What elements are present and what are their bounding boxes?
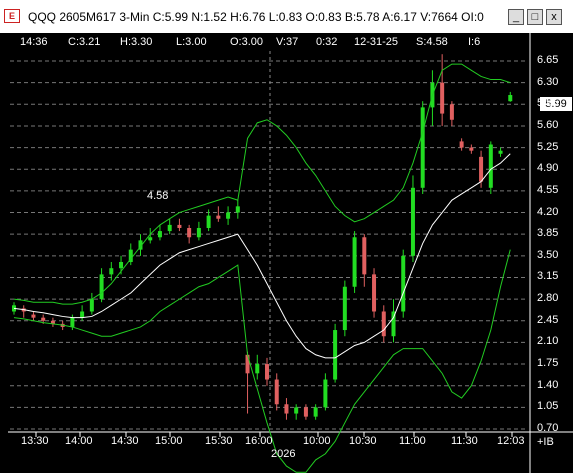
app-icon: E [4,9,20,23]
candle-body [196,227,201,238]
y-tick-label: 2.45 [537,313,559,326]
x-tick-label: 14:30 [111,435,139,447]
candle-body [119,262,124,269]
candle-body [148,237,153,241]
y-axis-corner-label: +IB [537,436,554,448]
bar-high: H:3.30 [120,36,153,48]
candle-body [323,379,328,408]
candle-body [362,237,367,275]
candle-body [352,237,357,287]
y-tick-label: 3.85 [537,227,559,240]
candle-body [31,314,36,318]
candle-body [70,317,75,327]
maximize-button[interactable]: □ [527,9,543,25]
candle-body [498,150,503,154]
y-tick-label: 1.75 [537,357,559,370]
y-tick-label: 4.90 [537,162,559,175]
x-tick-label: 12:03 [497,435,525,447]
date-label: 2026 [271,448,296,460]
y-tick-label: 1.40 [537,378,559,391]
bar-volume: V:37 [276,36,299,48]
candle-body [226,212,231,219]
x-tick-label: 11:30 [451,435,478,447]
candle-body [167,224,172,232]
candle-body [410,187,415,256]
y-tick-label: 5.95 [537,97,559,110]
candle-body [479,156,484,182]
candle-body [187,227,192,238]
candle-body [284,404,289,414]
candle-body [99,274,104,300]
x-tick-label: 10:00 [303,435,331,447]
y-tick-label: 5.60 [537,118,559,131]
x-tick-label: 16:00 [245,435,273,447]
candle-body [274,379,279,405]
y-tick-label: 4.20 [537,205,559,218]
close-button[interactable]: x [546,9,562,25]
y-tick-label: 1.05 [537,400,559,413]
candle-body [157,231,162,238]
bar-open: O:3.00 [230,36,264,48]
bar-strike: S:4.58 [416,36,448,48]
chart-annotation: 4.58 [147,190,169,202]
x-tick-label: 15:00 [155,435,183,447]
candle-body [265,364,269,380]
candle-body [80,311,85,318]
candle-body [294,407,299,414]
candle-body [488,144,493,188]
candle-body [440,82,445,114]
upper-series-line [13,63,511,305]
x-tick-label: 13:30 [21,435,49,447]
y-tick-label: 6.30 [537,75,559,88]
candle-body [235,206,240,213]
candle-body [333,330,338,380]
candle-body [109,268,114,275]
candle-body [216,215,221,219]
bar-spread: 0:32 [316,36,338,48]
candle-body [508,95,513,102]
x-tick-label: 11:00 [399,435,426,447]
candle-body [89,299,94,312]
candle-body [177,224,182,228]
y-tick-label: 2.10 [537,335,559,348]
bar-info-strip: 14:36 C:3.21 H:3.30 L:3.00 O:3.00 V:37 0… [8,36,528,50]
candle-body [469,147,474,151]
candle-body [41,317,46,321]
candle-body [255,364,260,374]
y-tick-label: 6.65 [537,54,559,66]
bar-time: 14:36 [20,36,48,48]
title-bar: E QQQ 2605M617 3-Min C:5.99 N:1.52 H:6.7… [0,0,573,33]
y-tick-label: 4.55 [537,183,559,196]
bar-date: 12-31-25 [354,36,399,48]
candle-body [420,107,425,188]
y-tick-label: 0.70 [537,422,559,434]
y-tick-label: 2.80 [537,292,559,305]
y-tick-label: 3.50 [537,248,559,261]
chart-area[interactable]: 14:36 C:3.21 H:3.30 L:3.00 O:3.00 V:37 0… [8,33,573,473]
window-title: QQQ 2605M617 3-Min C:5.99 N:1.52 H:6.76 … [28,10,484,24]
candle-body [381,311,386,337]
candle-body [245,354,250,374]
y-tick-label: 3.15 [537,270,559,283]
price-chart[interactable] [8,33,573,473]
candle-body [206,215,211,228]
bar-close: C:3.21 [68,36,101,48]
candle-body [313,407,318,417]
candle-body [342,286,347,331]
candle-body [401,255,406,312]
x-tick-label: 15:30 [205,435,233,447]
candle-body [459,141,464,148]
x-tick-label: 10:30 [349,435,377,447]
bar-low: L:3.00 [176,36,207,48]
candle-body [303,407,308,417]
x-tick-label: 14:00 [65,435,93,447]
y-tick-label: 5.25 [537,140,559,153]
minimize-button[interactable]: _ [508,9,524,25]
candle-body [449,104,454,120]
bar-extra: I:6 [468,36,481,48]
candle-body [372,274,377,312]
